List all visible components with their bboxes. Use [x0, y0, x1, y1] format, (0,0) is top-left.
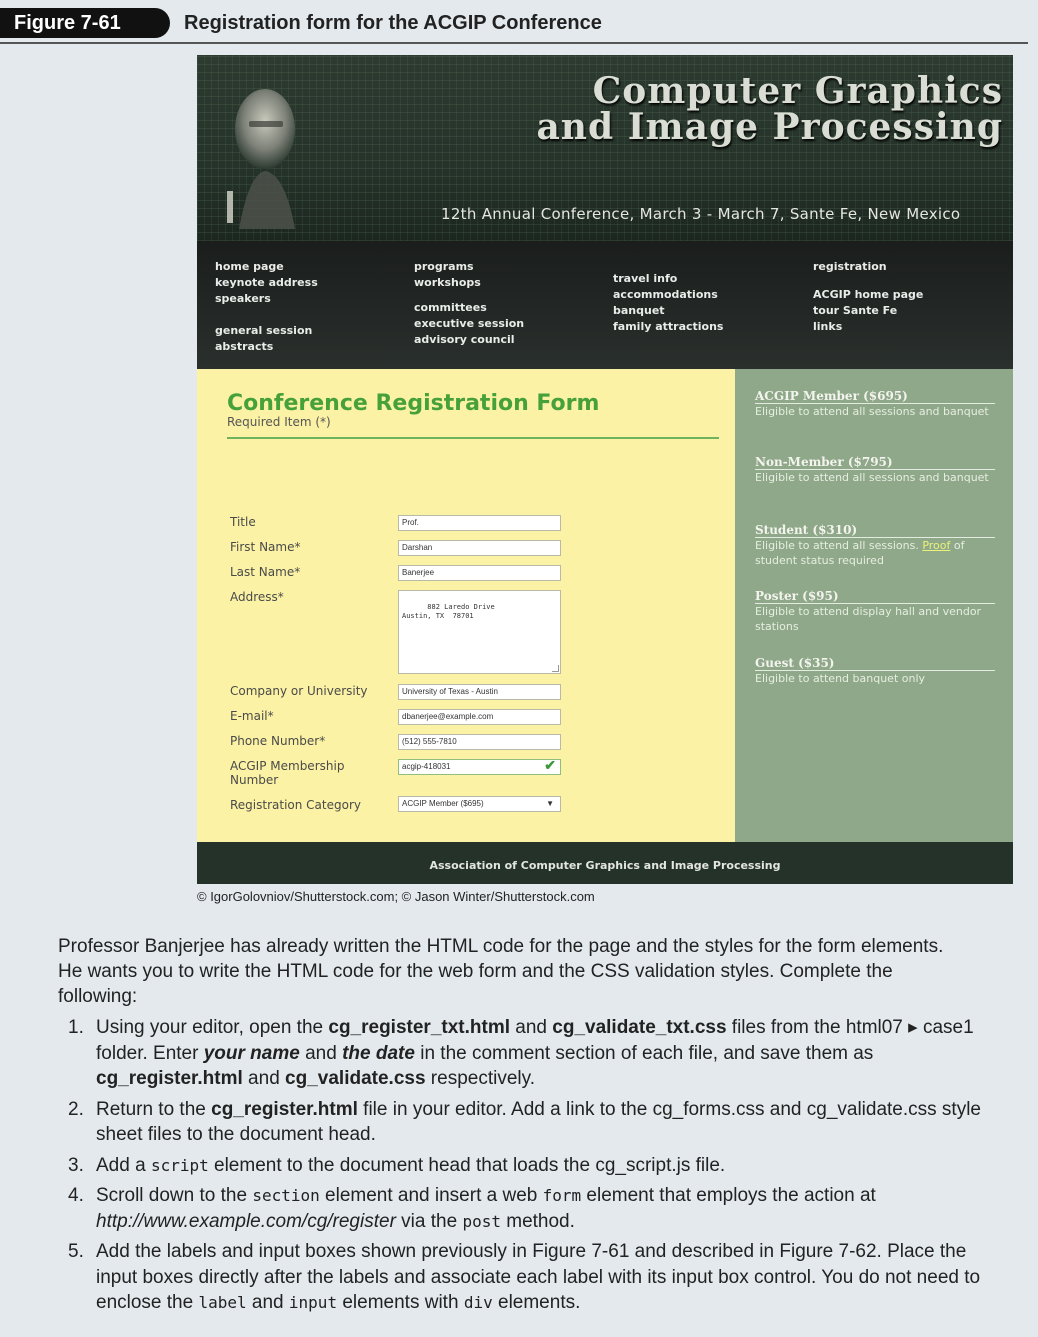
conference-subtitle: 12th Annual Conference, March 3 - March …: [441, 205, 961, 223]
conference-title: Computer Graphics and Image Processing: [536, 70, 1003, 148]
category-item: Poster ($95) Eligible to attend display …: [755, 589, 995, 634]
form-divider: [227, 437, 719, 439]
nav-column-3: travel info accommodations banquet famil…: [613, 271, 723, 335]
nav-link[interactable]: ACGIP home page: [813, 287, 923, 303]
category-sidebar: ACGIP Member ($695) Eligible to attend a…: [735, 369, 1013, 842]
figure-number: Figure 7-61: [0, 8, 170, 38]
address-label: Address*: [230, 590, 284, 604]
valid-check-icon: ✔: [544, 759, 556, 773]
figure-title: Registration form for the ACGIP Conferen…: [184, 12, 602, 34]
category-item: ACGIP Member ($695) Eligible to attend a…: [755, 389, 995, 419]
registration-form: Conference Registration Form Required It…: [197, 369, 735, 877]
category-selected: ACGIP Member ($695): [402, 799, 484, 808]
category-item: Student ($310) Eligible to attend all se…: [755, 523, 995, 568]
phone-label: Phone Number*: [230, 734, 326, 748]
email-label: E-mail*: [230, 709, 274, 723]
step-item: 4. Scroll down to the section element and…: [68, 1185, 876, 1232]
registration-page-screenshot: Computer Graphics and Image Processing 1…: [197, 55, 1013, 884]
nav-link[interactable]: programs: [414, 259, 524, 275]
first-name-input[interactable]: Darshan: [398, 540, 561, 556]
last-name-input[interactable]: Banerjee: [398, 565, 561, 581]
phone-input[interactable]: (512) 555-7810: [398, 734, 561, 750]
step-item: 3. Add a script element to the document h…: [68, 1154, 726, 1176]
nav-link[interactable]: advisory council: [414, 332, 524, 348]
nav-link[interactable]: registration: [813, 259, 923, 275]
company-input[interactable]: University of Texas - Austin: [398, 684, 561, 700]
first-name-label: First Name*: [230, 540, 301, 554]
category-select[interactable]: ACGIP Member ($695) ▼: [398, 796, 561, 812]
category-label: Registration Category: [230, 798, 361, 812]
proof-link[interactable]: Proof: [922, 539, 950, 552]
step-item: 2. Return to the cg_register.html file in…: [68, 1098, 982, 1146]
nav-link[interactable]: banquet: [613, 303, 723, 319]
resize-grip-icon[interactable]: [552, 665, 559, 672]
title-label: Title: [230, 515, 256, 529]
speaker-portrait-image: [227, 89, 295, 229]
category-item: Non-Member ($795) Eligible to attend all…: [755, 455, 995, 485]
nav-column-4: registration ACGIP home page tour Sante …: [813, 259, 923, 335]
nav-link[interactable]: speakers: [215, 291, 318, 307]
figure-header: Figure 7-61 Registration form for the AC…: [0, 0, 1028, 44]
address-value: 882 Laredo Drive Austin, TX 78701: [402, 603, 495, 620]
nav-link[interactable]: family attractions: [613, 319, 723, 335]
last-name-label: Last Name*: [230, 565, 301, 579]
email-input[interactable]: dbanerjee@example.com: [398, 709, 561, 725]
dropdown-arrow-icon: ▼: [546, 799, 554, 808]
nav-link[interactable]: executive session: [414, 316, 524, 332]
nav-link[interactable]: general session: [215, 323, 318, 339]
company-label: Company or University: [230, 684, 368, 698]
membership-label: ACGIP Membership Number: [230, 759, 345, 787]
nav-link[interactable]: accommodations: [613, 287, 723, 303]
category-item: Guest ($35) Eligible to attend banquet o…: [755, 656, 995, 686]
membership-value: acgip-418031: [402, 762, 451, 771]
site-navigation: home page keynote address speakers gener…: [197, 241, 1013, 369]
nav-column-1: home page keynote address speakers gener…: [215, 259, 318, 355]
membership-input[interactable]: acgip-418031 ✔: [398, 759, 561, 775]
title-input[interactable]: Prof.: [398, 515, 561, 531]
nav-link[interactable]: tour Sante Fe: [813, 303, 923, 319]
nav-link[interactable]: keynote address: [215, 275, 318, 291]
required-note: Required Item (*): [227, 415, 331, 429]
nav-link[interactable]: workshops: [414, 275, 524, 291]
image-credit: © IgorGolovniov/Shutterstock.com; © Jaso…: [197, 889, 595, 904]
nav-link[interactable]: travel info: [613, 271, 723, 287]
site-footer: Association of Computer Graphics and Ima…: [197, 842, 1013, 884]
instructions-intro: Professor Banjerjee has already written …: [58, 936, 944, 1007]
instruction-steps: 1. Using your editor, open the cg_registe…: [68, 1015, 998, 1321]
step-item: 5. Add the labels and input boxes shown p…: [68, 1241, 981, 1313]
nav-column-2: programs workshops committees executive …: [414, 259, 524, 348]
nav-link[interactable]: committees: [414, 300, 524, 316]
nav-link[interactable]: links: [813, 319, 923, 335]
form-title: Conference Registration Form: [227, 391, 600, 416]
nav-link[interactable]: abstracts: [215, 339, 318, 355]
nav-link[interactable]: home page: [215, 259, 318, 275]
address-textarea[interactable]: 882 Laredo Drive Austin, TX 78701: [398, 590, 561, 674]
step-item: 1. Using your editor, open the cg_registe…: [68, 1017, 974, 1089]
site-banner: Computer Graphics and Image Processing 1…: [197, 55, 1013, 241]
